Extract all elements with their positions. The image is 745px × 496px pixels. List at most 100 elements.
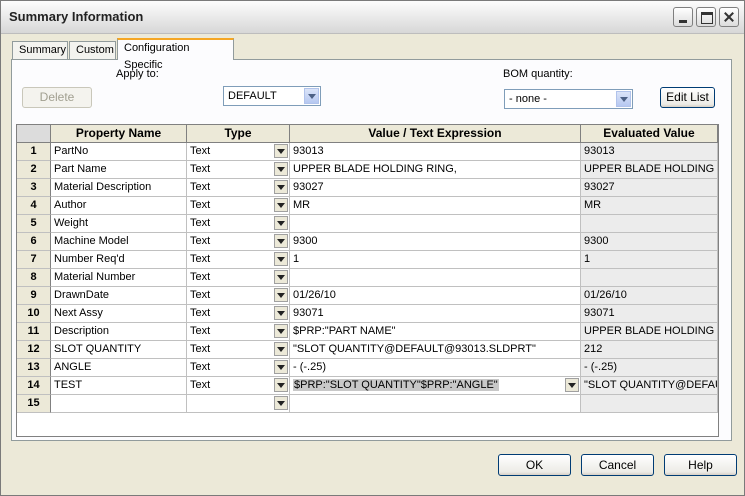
- type-cell[interactable]: Text: [187, 287, 290, 305]
- property-name-cell[interactable]: [51, 395, 187, 413]
- value-expression-cell[interactable]: [290, 395, 581, 413]
- row-number[interactable]: 5: [17, 215, 51, 233]
- cancel-button[interactable]: Cancel: [581, 454, 654, 476]
- property-name-cell[interactable]: Part Name: [51, 161, 187, 179]
- type-cell[interactable]: Text: [187, 323, 290, 341]
- header-property-name[interactable]: Property Name: [51, 125, 187, 143]
- property-name-cell[interactable]: Machine Model: [51, 233, 187, 251]
- chevron-down-icon[interactable]: [274, 180, 288, 194]
- type-cell[interactable]: Text: [187, 341, 290, 359]
- chevron-down-icon[interactable]: [274, 216, 288, 230]
- table-row[interactable]: 14 TEST Text $PRP:"SLOT QUANTITY"$PRP:"ANGL…: [17, 377, 718, 395]
- row-number[interactable]: 12: [17, 341, 51, 359]
- chevron-down-icon[interactable]: [274, 306, 288, 320]
- maximize-button[interactable]: [696, 7, 716, 27]
- table-row[interactable]: 9 DrawnDate Text 01/26/10 01/26/10: [17, 287, 718, 305]
- chevron-down-icon[interactable]: [274, 324, 288, 338]
- value-expression-cell[interactable]: - (-.25): [290, 359, 581, 377]
- type-cell[interactable]: Text: [187, 269, 290, 287]
- type-cell[interactable]: Text: [187, 179, 290, 197]
- chevron-down-icon[interactable]: [616, 91, 631, 107]
- property-name-cell[interactable]: Next Assy: [51, 305, 187, 323]
- delete-button[interactable]: Delete: [22, 87, 92, 108]
- type-cell[interactable]: Text: [187, 233, 290, 251]
- table-row[interactable]: 2 Part Name Text UPPER BLADE HOLDING RING, U…: [17, 161, 718, 179]
- property-name-cell[interactable]: PartNo: [51, 143, 187, 161]
- table-row[interactable]: 8 Material Number Text: [17, 269, 718, 287]
- table-row[interactable]: 10 Next Assy Text 93071 93071: [17, 305, 718, 323]
- chevron-down-icon[interactable]: [274, 396, 288, 410]
- type-cell[interactable]: Text: [187, 143, 290, 161]
- row-number[interactable]: 14: [17, 377, 51, 395]
- table-row[interactable]: 1 PartNo Text 93013 93013: [17, 143, 718, 161]
- value-expression-cell[interactable]: [290, 269, 581, 287]
- value-expression-cell[interactable]: 93013: [290, 143, 581, 161]
- row-number[interactable]: 10: [17, 305, 51, 323]
- apply-to-select[interactable]: DEFAULT: [223, 86, 321, 106]
- table-row[interactable]: 12 SLOT QUANTITY Text "SLOT QUANTITY@DEFAUL…: [17, 341, 718, 359]
- property-name-cell[interactable]: Number Req'd: [51, 251, 187, 269]
- table-row[interactable]: 11 Description Text $PRP:"PART NAME" UPPER B…: [17, 323, 718, 341]
- row-number[interactable]: 1: [17, 143, 51, 161]
- type-cell[interactable]: [187, 395, 290, 413]
- chevron-down-icon[interactable]: [274, 198, 288, 212]
- row-number[interactable]: 7: [17, 251, 51, 269]
- row-number[interactable]: 6: [17, 233, 51, 251]
- property-name-cell[interactable]: Material Description: [51, 179, 187, 197]
- chevron-down-icon[interactable]: [274, 342, 288, 356]
- type-cell[interactable]: Text: [187, 251, 290, 269]
- table-row[interactable]: 3 Material Description Text 93027 93027: [17, 179, 718, 197]
- value-expression-cell[interactable]: 01/26/10: [290, 287, 581, 305]
- chevron-down-icon[interactable]: [274, 252, 288, 266]
- table-row[interactable]: 6 Machine Model Text 9300 9300: [17, 233, 718, 251]
- chevron-down-icon[interactable]: [565, 378, 579, 392]
- chevron-down-icon[interactable]: [274, 234, 288, 248]
- row-number[interactable]: 15: [17, 395, 51, 413]
- row-number[interactable]: 2: [17, 161, 51, 179]
- value-expression-cell[interactable]: 9300: [290, 233, 581, 251]
- chevron-down-icon[interactable]: [274, 378, 288, 392]
- chevron-down-icon[interactable]: [274, 288, 288, 302]
- table-corner[interactable]: [17, 125, 51, 143]
- close-button[interactable]: [719, 7, 739, 27]
- chevron-down-icon[interactable]: [274, 162, 288, 176]
- row-number[interactable]: 13: [17, 359, 51, 377]
- minimize-button[interactable]: [673, 7, 693, 27]
- header-type[interactable]: Type: [187, 125, 290, 143]
- help-button[interactable]: Help: [664, 454, 737, 476]
- value-expression-cell[interactable]: 1: [290, 251, 581, 269]
- value-expression-cell[interactable]: 93071: [290, 305, 581, 323]
- row-number[interactable]: 11: [17, 323, 51, 341]
- type-cell[interactable]: Text: [187, 377, 290, 395]
- property-name-cell[interactable]: Author: [51, 197, 187, 215]
- row-number[interactable]: 3: [17, 179, 51, 197]
- value-expression-cell[interactable]: 93027: [290, 179, 581, 197]
- table-row[interactable]: 4 Author Text MR MR: [17, 197, 718, 215]
- chevron-down-icon[interactable]: [274, 360, 288, 374]
- tab-custom[interactable]: Custom: [69, 41, 116, 59]
- row-number[interactable]: 8: [17, 269, 51, 287]
- header-value-expression[interactable]: Value / Text Expression: [290, 125, 581, 143]
- ok-button[interactable]: OK: [498, 454, 571, 476]
- property-name-cell[interactable]: Material Number: [51, 269, 187, 287]
- tab-configuration-specific[interactable]: Configuration Specific: [117, 38, 234, 71]
- tab-summary[interactable]: Summary: [12, 41, 68, 59]
- table-row[interactable]: 15: [17, 395, 718, 413]
- property-name-cell[interactable]: TEST: [51, 377, 187, 395]
- value-expression-input[interactable]: $PRP:"SLOT QUANTITY"$PRP:"ANGLE": [290, 377, 581, 395]
- chevron-down-icon[interactable]: [304, 88, 319, 104]
- edit-list-button[interactable]: Edit List: [660, 87, 715, 108]
- property-name-cell[interactable]: Weight: [51, 215, 187, 233]
- table-row[interactable]: 13 ANGLE Text - (-.25) - (-.25): [17, 359, 718, 377]
- value-expression-cell[interactable]: UPPER BLADE HOLDING RING,: [290, 161, 581, 179]
- value-expression-cell[interactable]: $PRP:"PART NAME": [290, 323, 581, 341]
- table-row[interactable]: 7 Number Req'd Text 1 1: [17, 251, 718, 269]
- type-cell[interactable]: Text: [187, 359, 290, 377]
- chevron-down-icon[interactable]: [274, 144, 288, 158]
- type-cell[interactable]: Text: [187, 215, 290, 233]
- property-name-cell[interactable]: DrawnDate: [51, 287, 187, 305]
- row-number[interactable]: 4: [17, 197, 51, 215]
- table-row[interactable]: 5 Weight Text: [17, 215, 718, 233]
- header-evaluated-value[interactable]: Evaluated Value: [581, 125, 718, 143]
- property-name-cell[interactable]: SLOT QUANTITY: [51, 341, 187, 359]
